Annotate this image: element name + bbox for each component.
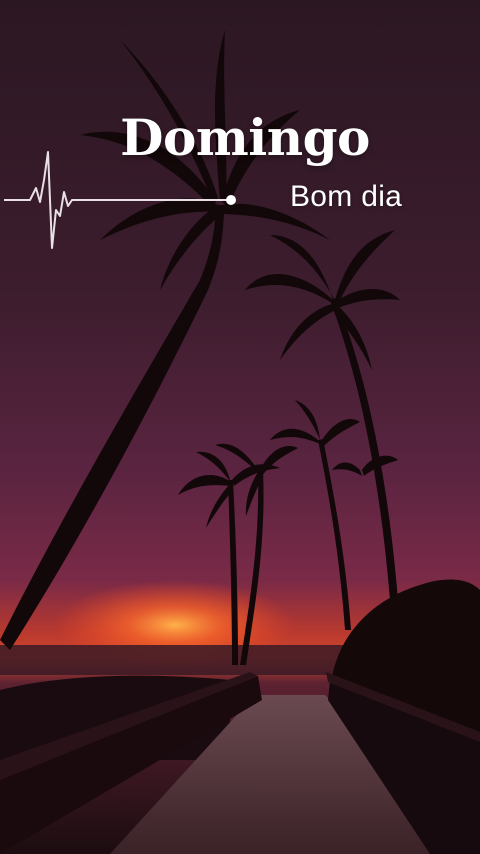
greeting-text: Bom dia (290, 180, 403, 213)
day-title: Domingo (120, 108, 370, 167)
wallpaper-scene: Domingo Bom dia (0, 0, 480, 854)
